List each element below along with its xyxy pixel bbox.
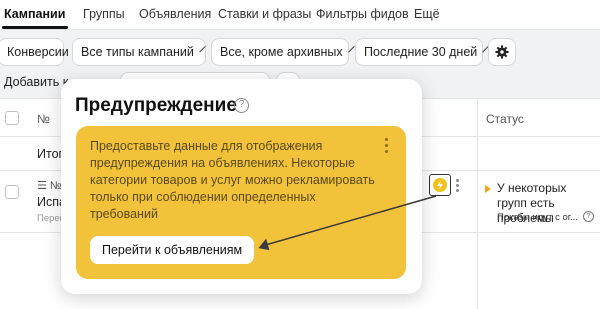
- archive-select[interactable]: Все, кроме архивных: [211, 38, 355, 66]
- help-icon[interactable]: ?: [583, 211, 594, 222]
- warning-button[interactable]: [429, 174, 451, 196]
- add-campaign-button[interactable]: Добавить к: [4, 75, 68, 89]
- list-icon: ☰: [37, 180, 50, 192]
- tab-campaigns[interactable]: Кампании: [4, 7, 65, 21]
- help-icon[interactable]: ?: [234, 98, 249, 113]
- row-checkbox[interactable]: [5, 185, 19, 199]
- tab-bids-phrases[interactable]: Ставки и фразы: [218, 7, 311, 21]
- popup-title: Предупреждение: [75, 95, 237, 116]
- tab-ads[interactable]: Объявления: [139, 7, 211, 21]
- column-header-number: №: [37, 112, 50, 126]
- period-select[interactable]: Последние 30 дней: [355, 38, 489, 66]
- settings-button[interactable]: [488, 38, 516, 66]
- filter-bar: Конверсии Все типы кампаний Все, кроме а…: [0, 38, 600, 66]
- row-menu-icon[interactable]: [456, 178, 460, 194]
- column-divider: [477, 99, 478, 309]
- select-all-checkbox[interactable]: [5, 111, 19, 125]
- period-select-label: Последние 30 дней: [364, 45, 478, 59]
- campaign-number: ☰ №: [37, 179, 62, 192]
- tab-groups[interactable]: Группы: [83, 7, 125, 21]
- top-navigation: Кампании Группы Объявления Ставки и фраз…: [0, 0, 600, 30]
- chevron-down-icon: [199, 45, 206, 53]
- campaign-types-label: Все типы кампаний: [81, 45, 194, 59]
- go-to-ads-button[interactable]: Перейти к объявлениям: [90, 236, 255, 264]
- column-header-status: Статус: [486, 112, 524, 126]
- status-subtext: Показы идут с ог...: [497, 212, 578, 223]
- tab-feed-filters[interactable]: Фильтры фидов: [316, 7, 409, 21]
- status-warning-marker: [485, 185, 491, 193]
- tab-more[interactable]: Ещё: [414, 7, 440, 21]
- archive-select-label: Все, кроме архивных: [220, 45, 343, 59]
- campaign-types-select[interactable]: Все типы кампаний: [72, 38, 206, 66]
- lightning-icon: [433, 178, 447, 192]
- warning-card: Предоставьте данные для отображения пред…: [76, 126, 406, 279]
- campaign-number-label: №: [49, 180, 62, 192]
- conversions-filter[interactable]: Конверсии: [0, 38, 69, 66]
- gear-icon: [495, 45, 509, 59]
- card-menu-icon[interactable]: [385, 138, 389, 156]
- chevron-down-icon: [347, 45, 355, 53]
- active-tab-indicator: [2, 26, 68, 29]
- conversions-filter-label: Конверсии: [7, 45, 69, 59]
- warning-message: Предоставьте данные для отображения пред…: [90, 139, 375, 221]
- warning-popup: Предупреждение ? Предоставьте данные для…: [61, 79, 422, 294]
